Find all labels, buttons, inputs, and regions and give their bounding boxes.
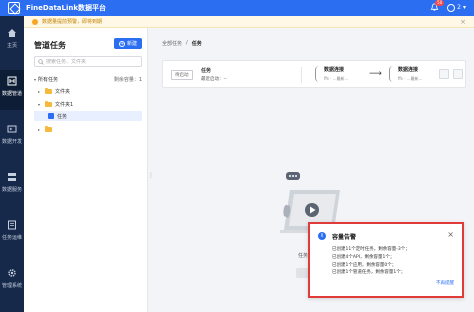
search-box bbox=[34, 56, 142, 67]
new-button-label: 新建 bbox=[126, 41, 137, 47]
caret-right-icon: ▸ bbox=[38, 88, 41, 94]
dont-remind-link[interactable]: 不再提醒 bbox=[436, 280, 454, 286]
breadcrumb-root[interactable]: 全部任务 bbox=[162, 40, 182, 47]
close-icon[interactable]: × bbox=[460, 18, 466, 26]
tree-item-folder2[interactable]: ▸ bbox=[38, 124, 142, 134]
tree-root[interactable]: ▾ 所有任务 剩余容量：1 bbox=[34, 74, 142, 84]
empty-text: 任务 bbox=[298, 253, 309, 259]
all-tasks-label: 所有任务 bbox=[38, 76, 59, 83]
settings-icon bbox=[8, 269, 16, 277]
divider bbox=[301, 67, 302, 83]
pipeline-icon bbox=[7, 76, 17, 86]
status-badge: 待启动 bbox=[171, 70, 193, 80]
run-button[interactable] bbox=[439, 69, 449, 79]
sidebar-item-label: 管理系统 bbox=[1, 283, 22, 289]
app-title: FineDataLink数据平台 bbox=[26, 4, 107, 12]
sidebar-item-label: 主页 bbox=[6, 43, 17, 49]
caret-right-icon: ▸ bbox=[38, 126, 41, 132]
alert-body: 已创建11个定时任务，剩余容量-3个； 已创建4个API，剩余容量1个； 已创建… bbox=[332, 246, 410, 277]
task-icon bbox=[48, 113, 54, 119]
tree-item-label: 文件夹 bbox=[55, 88, 71, 95]
target-icon bbox=[389, 66, 395, 82]
avatar bbox=[447, 3, 456, 12]
breadcrumb-current: 任务 bbox=[191, 41, 202, 47]
notification-button[interactable]: 50 bbox=[430, 0, 445, 12]
sidebar: 主页 数据管道 数据开发 数据服务 任务运维 管理系统 bbox=[0, 16, 24, 312]
close-icon[interactable]: × bbox=[447, 230, 454, 239]
info-icon: i bbox=[318, 232, 326, 240]
dev-icon bbox=[7, 125, 17, 133]
top-bar: FineDataLink数据平台 50 2 ▾ bbox=[0, 0, 474, 16]
task-tree-panel: 管道任务 + 新建 ▾ 所有任务 剩余容量：1 ▸ 文件夹 ▾ 文件夹1 任务 … bbox=[24, 28, 148, 312]
caret-down-icon: ▾ bbox=[38, 101, 41, 107]
source-node[interactable]: 数据连接 ffs · ...最新... bbox=[315, 66, 348, 82]
sidebar-item-service[interactable]: 数据服务 bbox=[0, 166, 24, 206]
sidebar-item-settings[interactable]: 管理系统 bbox=[0, 262, 24, 302]
warning-icon bbox=[32, 18, 38, 25]
tree-item-label: 文件夹1 bbox=[55, 101, 74, 108]
warning-banner: 数据量提前预警，即将到期 × bbox=[24, 16, 474, 28]
user-menu[interactable]: 2 ▾ bbox=[447, 3, 466, 12]
search-input[interactable] bbox=[46, 58, 136, 65]
tree-item-label: 任务 bbox=[57, 113, 68, 120]
breadcrumb: 全部任务 / 任务 bbox=[162, 40, 202, 47]
notification-badge: 50 bbox=[435, 0, 445, 6]
sidebar-item-label: 数据服务 bbox=[1, 187, 22, 193]
chevron-down-icon: ▾ bbox=[462, 4, 466, 11]
task-card: 待启动 任务 最近启动：-- 数据连接 ffs · ...最新... ⟶ 数据连… bbox=[162, 60, 466, 88]
last-run-text: 最近启动：-- bbox=[201, 77, 227, 82]
capacity-alert-dialog: i 容量告警 × 已创建11个定时任务，剩余容量-3个； 已创建4个API，剩余… bbox=[308, 222, 464, 298]
alert-line: 已创建1个管道任务，剩余容量1个； bbox=[332, 270, 406, 276]
sidebar-item-label: 数据管道 bbox=[1, 91, 22, 97]
more-button[interactable] bbox=[453, 69, 463, 79]
source-icon bbox=[315, 66, 321, 82]
folder-icon bbox=[45, 100, 52, 107]
banner-text: 数据量提前预警，即将到期 bbox=[42, 19, 103, 25]
alert-title: 容量告警 bbox=[332, 234, 357, 241]
plus-icon: + bbox=[118, 40, 125, 47]
task-name: 任务 bbox=[201, 68, 212, 74]
tree-item-folder1[interactable]: ▾ 文件夹1 bbox=[38, 99, 142, 109]
quota-text: 剩余容量：1 bbox=[113, 76, 142, 83]
breadcrumb-separator: / bbox=[186, 40, 188, 46]
sidebar-item-dev[interactable]: 数据开发 bbox=[0, 118, 24, 158]
tree-item-folder[interactable]: ▸ 文件夹 bbox=[38, 86, 142, 96]
new-button[interactable]: + 新建 bbox=[114, 38, 142, 49]
source-sub: ffs · ...最新... bbox=[324, 76, 349, 81]
sidebar-item-home[interactable]: 主页 bbox=[0, 22, 24, 62]
target-node[interactable]: 数据连接 ffs · ...最新... bbox=[389, 66, 422, 82]
source-title: 数据连接 bbox=[324, 67, 345, 73]
sidebar-item-pipeline[interactable]: 数据管道 bbox=[0, 70, 24, 110]
sidebar-item-label: 任务运维 bbox=[1, 235, 22, 241]
ops-icon bbox=[8, 220, 16, 230]
alert-line: 已创建11个定时任务，剩余容量-3个； bbox=[332, 247, 410, 252]
alert-line: 已创建4个API，剩余容量1个； bbox=[332, 254, 395, 260]
service-icon bbox=[8, 173, 16, 181]
app-logo bbox=[8, 2, 20, 14]
arrow-right-icon: ⟶ bbox=[369, 69, 382, 79]
tree-item-task[interactable]: 任务 bbox=[34, 111, 142, 121]
sidebar-item-ops[interactable]: 任务运维 bbox=[0, 214, 24, 254]
target-title: 数据连接 bbox=[398, 67, 419, 73]
home-icon bbox=[8, 29, 16, 37]
alert-line: 已创建1个应用，剩余容量0个； bbox=[332, 262, 397, 268]
user-label: 2 bbox=[457, 4, 461, 11]
panel-title: 管道任务 bbox=[34, 41, 66, 50]
folder-icon bbox=[45, 87, 52, 94]
target-sub: ffs · ...最新... bbox=[398, 76, 423, 81]
folder-icon bbox=[45, 125, 52, 132]
search-icon bbox=[38, 58, 44, 65]
sidebar-item-label: 数据开发 bbox=[1, 139, 22, 145]
